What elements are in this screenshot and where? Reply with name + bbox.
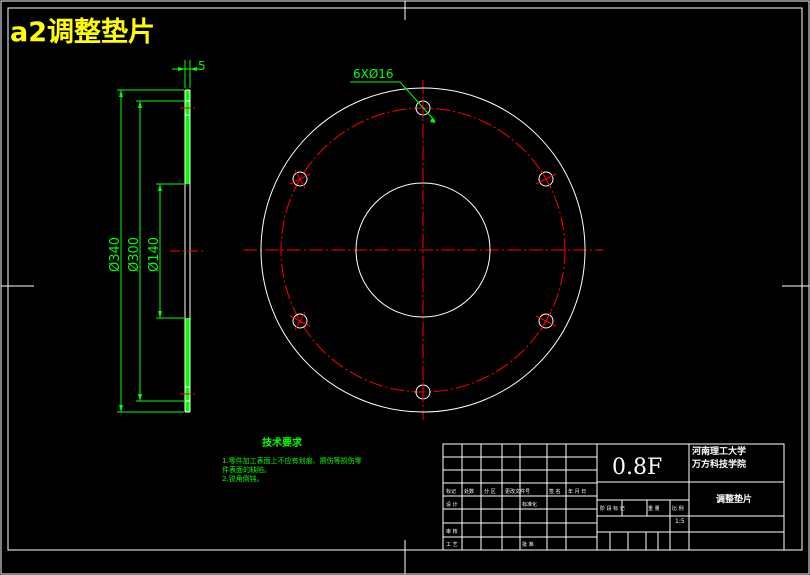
- title-block-label: 阶 段 标 记: [600, 506, 625, 512]
- dim-d340: Ø340: [108, 237, 123, 272]
- title-block-label: 分 区: [484, 489, 496, 495]
- title-block-label: 批 准: [522, 542, 534, 548]
- title-block-label: 年 月 日: [568, 489, 587, 495]
- title-block-label: 审 核: [446, 529, 458, 535]
- title-block-label: 签 名: [549, 489, 561, 495]
- sheet-title: a2调整垫片: [10, 17, 156, 48]
- title-block-part-name: 调整垫片: [716, 495, 753, 505]
- title-block-label: 重 量: [648, 506, 660, 512]
- tech-requirement-line: 2.锐角倒钝。: [222, 475, 264, 483]
- section-hatch-bottom: [185, 318, 190, 412]
- dim-d140: Ø140: [147, 237, 162, 272]
- front-view: 6XØ16: [243, 67, 603, 420]
- cad-drawing-canvas: 5 Ø340 Ø300 Ø140 6XØ16: [0, 0, 810, 575]
- section-hatch-top: [185, 90, 190, 184]
- tech-requirement-line: 件表面的缺陷。: [222, 466, 271, 474]
- tech-requirement-line: 1.零件加工表面上不应有划痕、擦伤等损伤零: [222, 457, 362, 465]
- title-block-ratio: 1:5: [675, 518, 685, 525]
- tech-requirements-title: 技术要求: [262, 438, 302, 449]
- dim-d300: Ø300: [127, 237, 142, 272]
- title-block-label: 工 艺: [446, 542, 458, 548]
- title-block-label: 处数: [464, 489, 475, 495]
- title-block-label: 比 例: [672, 506, 684, 512]
- title-block-scale-text: 0.8F: [612, 455, 663, 480]
- section-view: 5 Ø340 Ø300 Ø140: [108, 59, 206, 413]
- title-block-school: 河南理工大学万方科技学院: [692, 447, 747, 470]
- title-block-label: 标记: [446, 489, 457, 495]
- dim-holes: 6XØ16: [353, 67, 394, 81]
- title-block-label: 标准化: [522, 502, 538, 508]
- dim-thickness: 5: [198, 59, 206, 73]
- title-block-label: 设 计: [446, 502, 458, 508]
- title-block-label: 更改文件号: [505, 489, 531, 495]
